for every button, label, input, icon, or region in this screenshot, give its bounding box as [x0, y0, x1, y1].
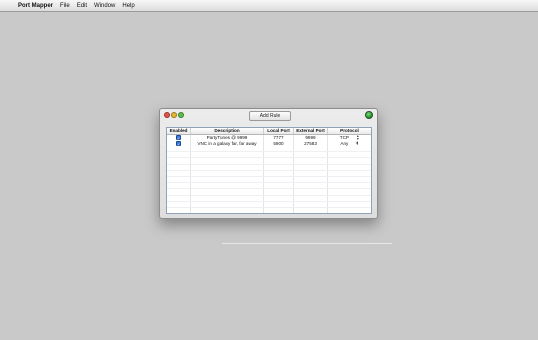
- empty-row: [167, 207, 371, 213]
- menu-app-name[interactable]: Port Mapper: [18, 3, 53, 9]
- column-header-external-port[interactable]: External Port: [294, 128, 328, 134]
- menu-file[interactable]: File: [60, 3, 70, 9]
- zoom-window-button[interactable]: [178, 112, 184, 118]
- close-window-button[interactable]: [164, 112, 170, 118]
- divider-line: [222, 243, 392, 244]
- protocol-value: TCP: [339, 135, 349, 140]
- menu-bar: Port Mapper File Edit Window Help: [0, 0, 538, 12]
- port-mapper-window: Add Rule Enabled Description Local Port …: [159, 108, 378, 219]
- window-titlebar[interactable]: Add Rule: [160, 109, 377, 122]
- minimize-window-button[interactable]: [171, 112, 177, 118]
- column-header-enabled[interactable]: Enabled: [167, 128, 191, 134]
- column-header-description[interactable]: Description: [191, 128, 264, 134]
- menu-window[interactable]: Window: [94, 3, 115, 9]
- status-indicator-icon: [365, 111, 373, 119]
- table-header: Enabled Description Local Port External …: [167, 128, 371, 135]
- table-body: ✓ PartyTunes @ 9999 7777 9999 TCP ▲ ▼ ✓ V…: [167, 135, 371, 213]
- column-header-local-port[interactable]: Local Port: [264, 128, 294, 134]
- add-rule-button[interactable]: Add Rule: [249, 111, 291, 121]
- menu-help[interactable]: Help: [122, 3, 134, 9]
- protocol-value: Any: [340, 140, 349, 146]
- rules-table: Enabled Description Local Port External …: [166, 127, 372, 214]
- column-header-protocol[interactable]: Protocol: [328, 128, 371, 134]
- menu-edit[interactable]: Edit: [77, 3, 87, 9]
